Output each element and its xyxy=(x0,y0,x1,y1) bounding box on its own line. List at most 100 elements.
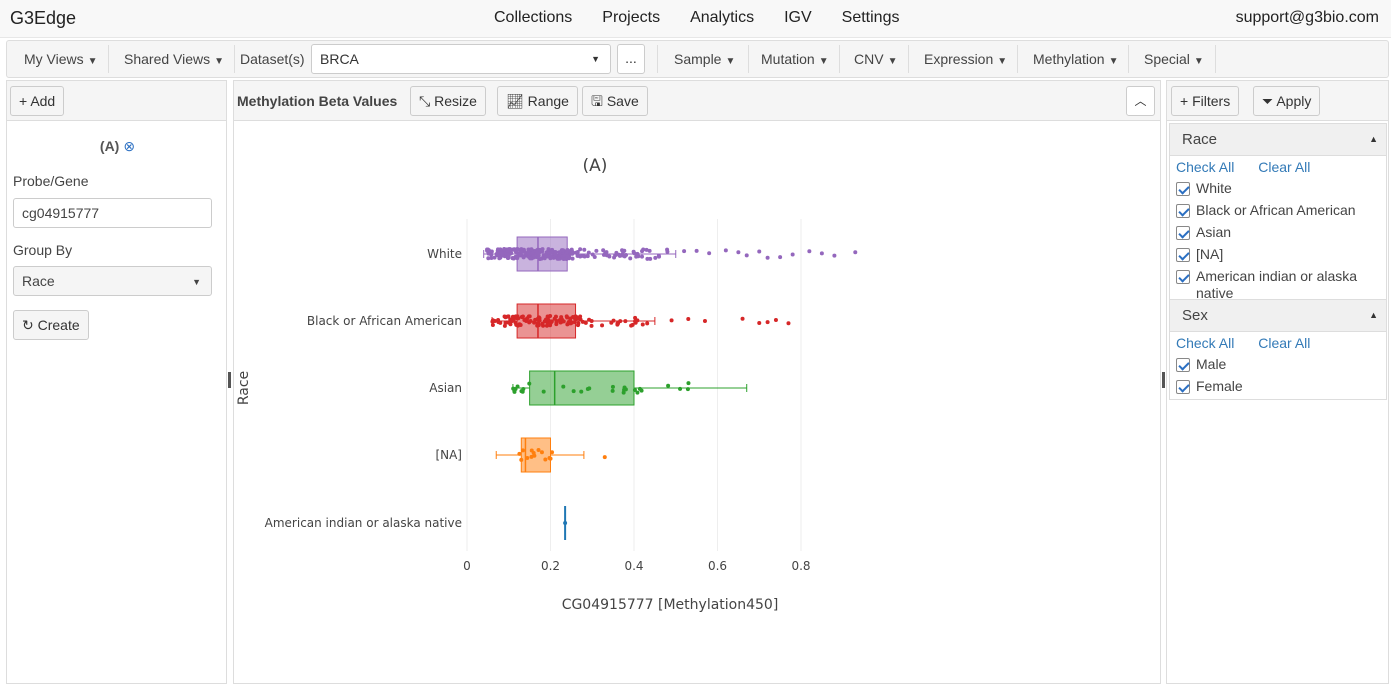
nav-projects[interactable]: Projects xyxy=(602,9,660,27)
data-point xyxy=(575,323,580,328)
support-email-link[interactable]: support@g3bio.com xyxy=(1236,9,1379,27)
outlier-point xyxy=(757,249,762,254)
option-label: Black or African American xyxy=(1196,202,1356,218)
data-point xyxy=(517,451,522,456)
refresh-icon: ↻ xyxy=(22,317,34,333)
collapse-button[interactable]: ︿ xyxy=(1126,86,1155,116)
data-point xyxy=(570,251,575,256)
mutation-menu-label: Mutation xyxy=(761,51,815,67)
dataset-select[interactable]: BRCA ▼ xyxy=(311,44,611,74)
add-plot-button[interactable]: + Add xyxy=(10,86,65,116)
data-point xyxy=(645,321,650,326)
data-point xyxy=(518,322,523,327)
caret-down-icon: ▼ xyxy=(997,56,1008,67)
my-views-menu[interactable]: My Views ▼ xyxy=(24,41,98,77)
main-toolbar: My Views ▼ Shared Views ▼ Dataset(s) BRCA … xyxy=(6,40,1389,78)
data-point xyxy=(665,249,670,254)
range-button[interactable]: 📈︎ Range xyxy=(497,86,578,116)
sex-check-all-link[interactable]: Check All xyxy=(1176,335,1234,351)
probe-gene-input[interactable]: cg04915777 xyxy=(13,198,212,228)
data-point xyxy=(639,388,644,393)
checkbox-checked[interactable] xyxy=(1176,226,1190,240)
data-point xyxy=(521,255,526,260)
data-point xyxy=(579,389,584,394)
data-point xyxy=(537,316,542,321)
checkbox-checked[interactable] xyxy=(1176,358,1190,372)
box-plot-chart: 0 0.2 0.4 0.6 0.8 (A) CG04915777 [Methylation4… xyxy=(236,156,858,613)
nav-settings[interactable]: Settings xyxy=(842,9,900,27)
shared-views-label: Shared Views xyxy=(124,51,211,67)
race-filter-title: Race xyxy=(1182,131,1218,148)
nav-igv[interactable]: IGV xyxy=(784,9,812,27)
race-check-all-link[interactable]: Check All xyxy=(1176,159,1234,175)
caret-down-icon: ▼ xyxy=(818,56,829,67)
cnv-menu[interactable]: CNV ▼ xyxy=(854,41,897,77)
resize-button[interactable]: ⤡ Resize xyxy=(410,86,486,116)
expression-menu[interactable]: Expression ▼ xyxy=(924,41,1007,77)
brand-logo[interactable]: G3Edge xyxy=(10,8,76,29)
sex-filter-header[interactable]: Sex ▲ xyxy=(1170,300,1386,332)
add-plot-label: Add xyxy=(30,93,56,109)
x-tick-label: 0.6 xyxy=(708,559,727,573)
create-button[interactable]: ↻ Create xyxy=(13,310,89,340)
plus-icon: + xyxy=(19,93,28,109)
data-point xyxy=(540,247,545,252)
checkbox-checked[interactable] xyxy=(1176,182,1190,196)
filters-panel: + Filters ⏷ Apply Race ▲ Check All Clear… xyxy=(1166,80,1389,684)
sex-clear-all-link[interactable]: Clear All xyxy=(1258,335,1310,351)
toolbar-divider xyxy=(1215,45,1216,73)
right-splitter-handle[interactable] xyxy=(1162,372,1165,388)
data-point xyxy=(623,319,628,324)
shared-views-menu[interactable]: Shared Views ▼ xyxy=(124,41,224,77)
data-point xyxy=(515,384,520,389)
toolbar-divider xyxy=(234,45,235,73)
data-point xyxy=(565,254,570,259)
data-point xyxy=(678,386,683,391)
main-nav: Collections Projects Analytics IGV Setti… xyxy=(494,9,899,27)
expression-menu-label: Expression xyxy=(924,51,994,67)
sex-option-male[interactable]: Male xyxy=(1170,356,1386,373)
left-splitter-handle[interactable] xyxy=(228,372,231,388)
data-point xyxy=(561,248,566,253)
nav-collections[interactable]: Collections xyxy=(494,9,572,27)
data-point xyxy=(548,314,553,319)
data-point xyxy=(566,320,571,325)
data-point xyxy=(515,248,520,253)
race-option-white[interactable]: White xyxy=(1170,180,1386,197)
race-option-asian[interactable]: Asian xyxy=(1170,224,1386,241)
race-option-na[interactable]: [NA] xyxy=(1170,246,1386,263)
nav-analytics[interactable]: Analytics xyxy=(690,9,754,27)
checkbox-checked[interactable] xyxy=(1176,270,1190,284)
data-point xyxy=(502,314,507,319)
sex-option-female[interactable]: Female xyxy=(1170,378,1386,399)
data-point xyxy=(500,253,505,258)
checkbox-checked[interactable] xyxy=(1176,248,1190,262)
save-label: Save xyxy=(606,93,639,109)
sample-menu[interactable]: Sample ▼ xyxy=(674,41,735,77)
race-option-black[interactable]: Black or African American xyxy=(1170,202,1386,219)
save-button[interactable]: 🖫 Save xyxy=(582,86,648,116)
data-point xyxy=(628,256,633,261)
remove-plot-icon[interactable]: ⊗ xyxy=(123,138,135,154)
filters-button[interactable]: + Filters xyxy=(1171,86,1240,116)
y-category-label: Asian xyxy=(429,381,462,395)
race-filter-header[interactable]: Race ▲ xyxy=(1170,124,1386,156)
checkbox-checked[interactable] xyxy=(1176,380,1190,394)
outlier-point xyxy=(686,317,691,322)
mutation-menu[interactable]: Mutation ▼ xyxy=(761,41,829,77)
apply-button[interactable]: ⏷ Apply xyxy=(1253,86,1321,116)
apply-label: Apply xyxy=(1276,93,1312,109)
plot-label-text: (A) xyxy=(99,138,120,154)
dataset-more-button[interactable]: ... xyxy=(617,44,645,74)
group-by-select[interactable]: Race ▼ xyxy=(13,266,212,296)
outlier-point xyxy=(740,316,745,321)
special-menu[interactable]: Special ▼ xyxy=(1144,41,1204,77)
checkbox-checked[interactable] xyxy=(1176,204,1190,218)
data-point xyxy=(490,322,495,327)
box-iqr xyxy=(529,370,635,406)
my-views-label: My Views xyxy=(24,51,84,67)
methylation-menu[interactable]: Methylation ▼ xyxy=(1033,41,1119,77)
data-point xyxy=(528,319,533,324)
data-point xyxy=(561,384,566,389)
race-clear-all-link[interactable]: Clear All xyxy=(1258,159,1310,175)
